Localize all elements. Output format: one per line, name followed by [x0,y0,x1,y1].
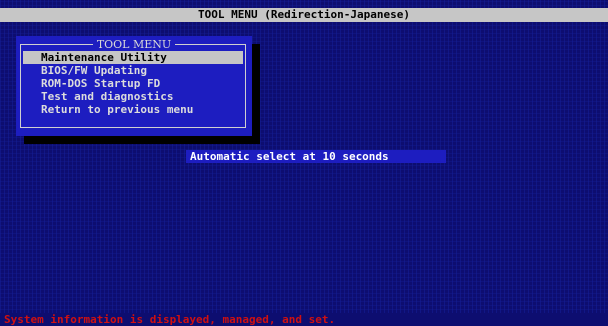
tool-menu-panel: TOOL MENU Maintenance Utility BIOS/FW Up… [16,36,252,136]
tool-menu-frame: TOOL MENU Maintenance Utility BIOS/FW Up… [20,38,246,128]
menu-item-rom-dos-startup-fd[interactable]: ROM-DOS Startup FD [23,77,243,90]
menu-title: TOOL MENU [92,38,176,51]
window-title: TOOL MENU (Redirection-Japanese) [0,8,608,22]
menu-item-test-and-diagnostics[interactable]: Test and diagnostics [23,90,243,103]
console-screen: TOOL MENU (Redirection-Japanese) TOOL ME… [0,0,608,326]
menu-item-return-to-previous-menu[interactable]: Return to previous menu [23,103,243,116]
menu-item-bios-fw-updating[interactable]: BIOS/FW Updating [23,64,243,77]
status-message: System information is displayed, managed… [0,313,608,326]
auto-select-countdown: Automatic select at 10 seconds [186,150,446,163]
menu-item-maintenance-utility[interactable]: Maintenance Utility [23,51,243,64]
menu-title-container: TOOL MENU [21,38,247,51]
